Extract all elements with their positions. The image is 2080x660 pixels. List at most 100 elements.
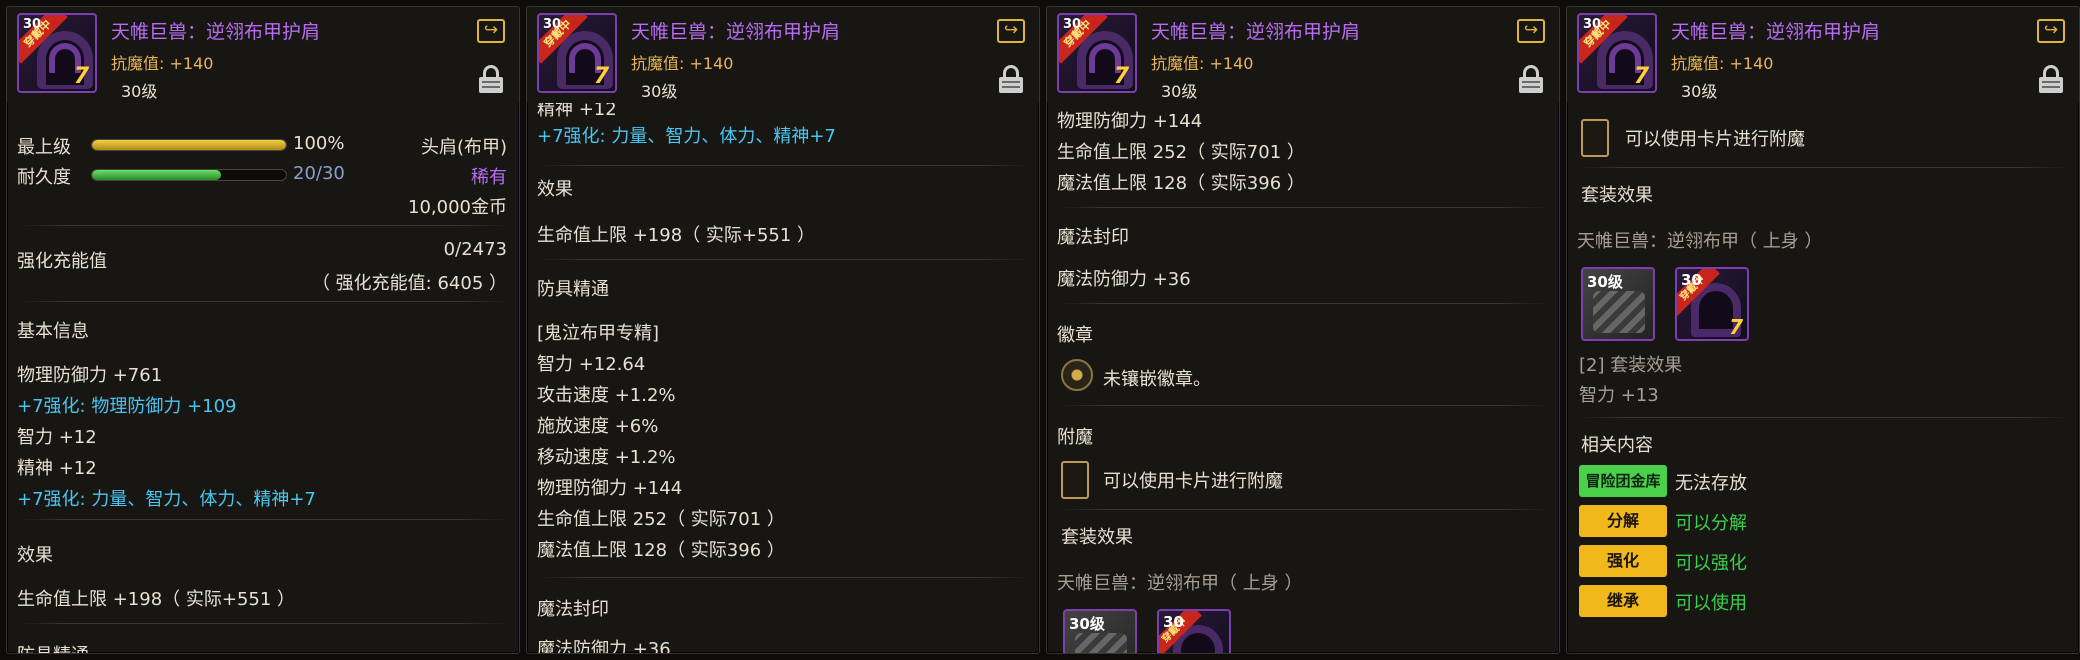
rarity: 稀有 (471, 167, 507, 188)
share-icon[interactable]: ↪ (477, 19, 505, 43)
set-piece-level: 30 (1681, 271, 1702, 289)
durability-value: 20/30 (293, 163, 345, 184)
icon-level: 30 (543, 17, 562, 32)
seal-line: 魔法防御力 +36 (1057, 269, 1191, 290)
related-tag: 强化 (1579, 545, 1667, 577)
card-slot-icon[interactable] (1581, 119, 1609, 157)
reinforce-value: 0/2473 (443, 239, 507, 260)
related-title: 相关内容 (1581, 435, 1653, 456)
mastery-line: 魔法值上限 128（ 实际396 ） (1057, 173, 1305, 194)
slot-type: 头肩(布甲) (420, 137, 507, 158)
seal-title: 魔法封印 (537, 599, 609, 620)
set-title: 套装效果 (1581, 185, 1653, 206)
item-level: 30级 (1161, 82, 1198, 101)
effect-title: 效果 (537, 179, 573, 200)
item-level: 30级 (1681, 82, 1718, 101)
set-piece-level: 30 (1163, 613, 1184, 631)
tooltip-header: 穿戴中 30 7 天帷巨兽：逆翎布甲护肩 抗魔值: +140 30级 ↪ (1567, 7, 2079, 103)
lock-icon[interactable] (2039, 65, 2063, 93)
mastery-line: 魔法值上限 128（ 实际396 ） (537, 540, 785, 561)
set-piece-icon[interactable]: 穿戴中307 (1157, 609, 1231, 653)
set-piece-icon[interactable]: 30级 (1581, 267, 1655, 341)
basic-line: 智力 +12 (17, 427, 97, 448)
reinforce-detail: （ 强化充能值: 6405 ） (311, 273, 507, 294)
badge-line: 未镶嵌徽章。 (1103, 369, 1211, 390)
related-tag: 冒险团金库 (1579, 465, 1667, 497)
item-icon: 穿戴中 30 7 (537, 13, 617, 93)
card-slot-icon[interactable] (1061, 461, 1089, 499)
set-piece-icon[interactable]: 穿戴中307 (1675, 267, 1749, 341)
item-icon: 穿戴中 30 7 (1577, 13, 1657, 93)
mastery-line: 移动速度 +1.2% (537, 447, 676, 468)
icon-level: 30 (1583, 17, 1602, 32)
badge-title: 徽章 (1057, 325, 1093, 346)
item-name: 天帷巨兽：逆翎布甲护肩 (1671, 21, 1881, 43)
effect-line: 生命值上限 +198（ 实际+551 ） (17, 589, 296, 610)
related-value: 可以使用 (1675, 593, 1747, 614)
share-icon[interactable]: ↪ (1517, 19, 1545, 43)
tooltip-header: 穿戴中 30 7 天帷巨兽：逆翎布甲护肩 抗魔值: +140 30级 ↪ (7, 7, 519, 103)
durability-bar (91, 169, 287, 181)
lock-icon[interactable] (479, 65, 503, 93)
mastery-line: 生命值上限 252（ 实际701 ） (537, 509, 785, 530)
basic-line: +7强化: 物理防御力 +109 (17, 396, 237, 417)
item-name: 天帷巨兽：逆翎布甲护肩 (111, 21, 321, 43)
mastery-line: 攻击速度 +1.2% (537, 385, 676, 406)
set-bonus-title: [2] 套装效果 (1579, 355, 1683, 376)
mastery-line: 生命值上限 252（ 实际701 ） (1057, 142, 1305, 163)
price: 10,000金币 (408, 197, 507, 218)
emblem-slot-icon[interactable] (1061, 359, 1093, 391)
item-tooltip-panel-3: 物理防御力 +144 生命值上限 252（ 实际701 ） 魔法值上限 128（… (1046, 6, 1560, 654)
set-name: 天帷巨兽：逆翎布甲（ 上身 ） (1057, 573, 1303, 594)
icon-reinforce: 7 (73, 64, 89, 89)
basic-line: 物理防御力 +761 (17, 365, 163, 386)
set-name: 天帷巨兽：逆翎布甲（ 上身 ） (1577, 231, 1823, 252)
related-value: 无法存放 (1675, 473, 1747, 494)
icon-level: 30 (1063, 17, 1082, 32)
set-piece-icon[interactable]: 30级 (1063, 609, 1137, 653)
item-stat-line: 抗魔值: +140 (111, 54, 214, 73)
related-tag: 继承 (1579, 585, 1667, 617)
item-stat-line: 抗魔值: +140 (1671, 54, 1774, 73)
share-icon[interactable]: ↪ (2037, 19, 2065, 43)
item-name: 天帷巨兽：逆翎布甲护肩 (631, 21, 841, 43)
item-stat-line: 抗魔值: +140 (631, 54, 734, 73)
item-tooltip-panel-1: 穿戴中 30 7 天帷巨兽：逆翎布甲护肩 抗魔值: +140 30级 ↪ 最上级… (6, 6, 520, 654)
related-value: 可以强化 (1675, 553, 1747, 574)
item-name: 天帷巨兽：逆翎布甲护肩 (1151, 21, 1361, 43)
effect-line: 生命值上限 +198（ 实际+551 ） (537, 225, 816, 246)
icon-reinforce: 7 (593, 64, 609, 89)
lock-icon[interactable] (999, 65, 1023, 93)
grade-value: 100% (293, 133, 345, 154)
set-bonus-line: 智力 +13 (1579, 385, 1659, 406)
item-tooltip-panel-4: 穿戴中 30 7 天帷巨兽：逆翎布甲护肩 抗魔值: +140 30级 ↪ 可以使… (1566, 6, 2080, 654)
mastery-line: [鬼泣布甲专精] (537, 323, 660, 344)
item-icon: 穿戴中 30 7 (1057, 13, 1137, 93)
item-icon: 穿戴中 30 7 (17, 13, 97, 93)
mastery-line: 施放速度 +6% (537, 416, 659, 437)
mastery-title: 防具精通 (537, 279, 609, 300)
icon-reinforce: 7 (1113, 64, 1129, 89)
grade-label: 最上级 (17, 137, 71, 158)
share-icon[interactable]: ↪ (997, 19, 1025, 43)
grade-bar (91, 139, 287, 151)
reinforce-label: 强化充能值 (17, 251, 107, 272)
icon-reinforce: 7 (1729, 315, 1743, 339)
basic-line: 精神 +12 (17, 458, 97, 479)
basic-line: +7强化: 力量、智力、体力、精神+7 (537, 126, 836, 147)
mastery-line: 物理防御力 +144 (1057, 111, 1203, 132)
set-piece-level: 30级 (1587, 273, 1623, 291)
icon-reinforce: 7 (1633, 64, 1649, 89)
durability-label: 耐久度 (17, 167, 71, 188)
effect-title: 效果 (17, 545, 53, 566)
mastery-line: 智力 +12.64 (537, 354, 646, 375)
tooltip-header: 穿戴中 30 7 天帷巨兽：逆翎布甲护肩 抗魔值: +140 30级 ↪ (1047, 7, 1559, 103)
basic-info-title: 基本信息 (17, 321, 89, 342)
lock-icon[interactable] (1519, 65, 1543, 93)
seal-title: 魔法封印 (1057, 227, 1129, 248)
item-level: 30级 (121, 82, 158, 101)
mastery-line: 物理防御力 +144 (537, 478, 683, 499)
tooltip-header: 穿戴中 30 7 天帷巨兽：逆翎布甲护肩 抗魔值: +140 30级 ↪ (527, 7, 1039, 103)
enchant-title: 附魔 (1057, 427, 1093, 448)
item-tooltip-panel-2: 精神 +12 +7强化: 力量、智力、体力、精神+7 效果 生命值上限 +198… (526, 6, 1040, 654)
